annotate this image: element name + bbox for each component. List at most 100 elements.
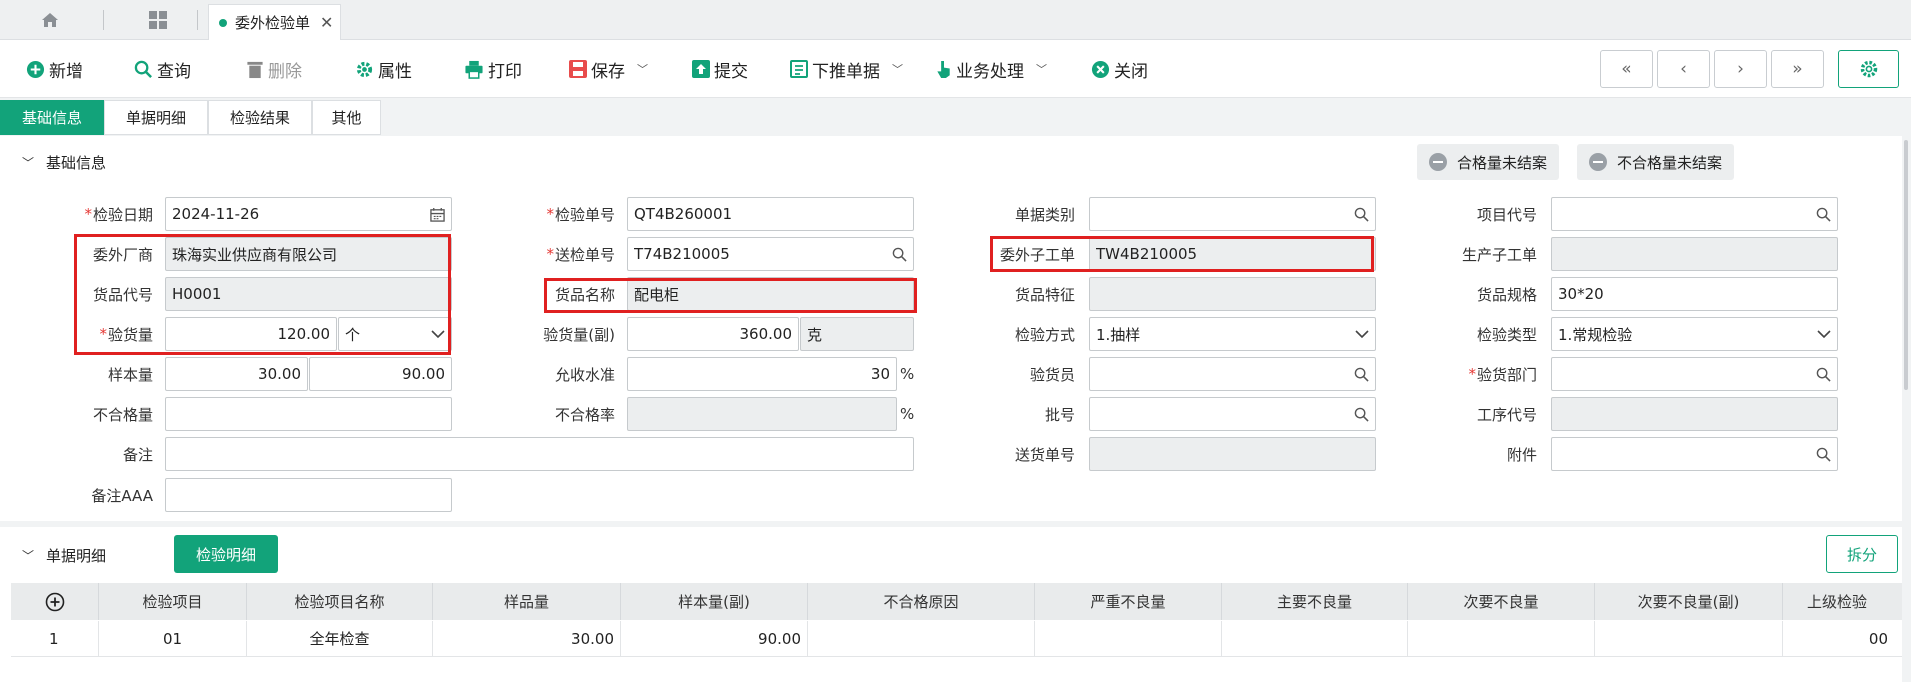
chevron-down-icon: ﹀	[637, 63, 648, 76]
cell-item-name[interactable]: 全年检查	[247, 621, 433, 657]
close-button[interactable]: 关闭	[1091, 40, 1148, 98]
cell-major[interactable]	[1222, 621, 1408, 657]
cell-minor-sub[interactable]	[1595, 621, 1783, 657]
query-button[interactable]: 查询	[134, 40, 191, 98]
inspection-date-label: * 检验日期	[84, 205, 153, 224]
inspect-qty-sub-unit: 克	[800, 317, 914, 351]
cell-sample-sub[interactable]: 90.00	[621, 621, 808, 657]
inspector-field[interactable]	[1089, 357, 1376, 391]
tab-inspection-detail[interactable]: 检验明细	[174, 535, 278, 573]
tab-outsourced-inspection[interactable]: 委外检验单 ✕	[208, 4, 341, 40]
tab-doc-detail[interactable]: 单据明细	[104, 100, 208, 135]
tab-inspection-result[interactable]: 检验结果	[208, 100, 312, 135]
business-button[interactable]: 业务处理 ﹀	[936, 40, 1047, 98]
printer-icon	[465, 60, 483, 79]
search-icon[interactable]	[1354, 367, 1369, 382]
business-label: 业务处理	[956, 61, 1024, 82]
first-record-button[interactable]: «	[1600, 50, 1653, 88]
search-icon[interactable]	[1816, 447, 1831, 462]
minus-circle-icon	[1429, 153, 1447, 171]
inspection-no-field[interactable]: QT4B260001	[627, 197, 914, 231]
push-down-label: 下推单据	[812, 61, 880, 82]
inspect-dept-field[interactable]	[1551, 357, 1838, 391]
submit-button[interactable]: 提交	[692, 40, 748, 98]
detail-header[interactable]: ﹀ 单据明细	[22, 536, 106, 574]
column-header[interactable]: 严重不良量	[1035, 583, 1222, 620]
next-record-button[interactable]: ›	[1714, 50, 1767, 88]
remark-aaa-field[interactable]	[165, 478, 452, 512]
push-down-button[interactable]: 下推单据 ﹀	[790, 40, 903, 98]
inspect-type-select[interactable]: 1.常规检验	[1551, 317, 1838, 351]
query-label: 查询	[157, 61, 191, 82]
search-icon[interactable]	[892, 247, 907, 262]
send-no-field[interactable]: T74B210005	[627, 237, 914, 271]
cell-reason[interactable]	[808, 621, 1035, 657]
print-button[interactable]: 打印	[464, 40, 522, 98]
inspection-date-field[interactable]: 2024-11-26	[165, 197, 452, 231]
divider	[197, 10, 198, 30]
column-header[interactable]: 不合格原因	[808, 583, 1035, 620]
basic-info-header[interactable]: ﹀ 基础信息	[22, 144, 106, 180]
properties-button[interactable]: 属性	[355, 40, 412, 98]
add-button[interactable]: 新增	[26, 40, 83, 98]
cell-item[interactable]: 01	[99, 621, 247, 657]
tab-label: 单据明细	[125, 109, 186, 127]
unqualified-qty-field[interactable]	[165, 397, 452, 431]
column-header[interactable]: 检验项目	[99, 583, 247, 620]
acceptance-level-field[interactable]: 30	[627, 357, 897, 391]
search-icon[interactable]	[1354, 407, 1369, 422]
column-header[interactable]: 样品量	[433, 583, 621, 620]
attachment-field[interactable]	[1551, 437, 1838, 471]
unqualified-unsettled-button[interactable]: 不合格量未结案	[1577, 144, 1735, 180]
cell-parent[interactable]: 00	[1783, 621, 1902, 657]
cell-serious[interactable]	[1035, 621, 1222, 657]
column-header[interactable]: 主要不良量	[1222, 583, 1408, 620]
column-header[interactable]: 次要不良量	[1408, 583, 1595, 620]
column-header[interactable]: 次要不良量(副)	[1595, 583, 1783, 620]
column-header[interactable]: 样本量(副)	[621, 583, 808, 620]
tab-basic-info[interactable]: 基础信息	[0, 100, 104, 135]
sample-qty-sub-field[interactable]: 90.00	[309, 357, 452, 391]
split-button[interactable]: 拆分	[1826, 535, 1898, 573]
properties-label: 属性	[378, 61, 412, 82]
chevron-down-icon: ﹀	[22, 155, 35, 170]
minus-circle-icon	[1589, 153, 1607, 171]
search-icon[interactable]	[1354, 207, 1369, 222]
column-header[interactable]: 上级检验	[1783, 583, 1902, 620]
calendar-icon[interactable]	[430, 207, 445, 222]
add-row-button[interactable]	[11, 583, 99, 620]
project-code-field[interactable]	[1551, 197, 1838, 231]
gear-icon	[1860, 60, 1877, 78]
search-icon[interactable]	[1816, 207, 1831, 222]
column-header[interactable]: 检验项目名称	[247, 583, 433, 620]
chevron-down-icon: ﹀	[892, 63, 903, 76]
cell-minor[interactable]	[1408, 621, 1595, 657]
search-icon[interactable]	[1816, 367, 1831, 382]
prev-record-button[interactable]: ‹	[1657, 50, 1710, 88]
vertical-scrollbar[interactable]	[1904, 140, 1908, 390]
highlight-box-sub-work-order	[990, 236, 1374, 272]
project-code-label: 项目代号	[1476, 205, 1537, 224]
last-record-button[interactable]: »	[1771, 50, 1824, 88]
delivery-no-label: 送货单号	[1014, 445, 1075, 464]
apps-grid-icon[interactable]	[138, 8, 178, 32]
cell-sample[interactable]: 30.00	[433, 621, 621, 657]
close-icon[interactable]: ✕	[320, 13, 333, 32]
delete-button[interactable]: 删除	[246, 40, 302, 98]
save-button[interactable]: 保存 ﹀	[569, 40, 648, 98]
sample-qty-field[interactable]: 30.00	[165, 357, 308, 391]
batch-no-field[interactable]	[1089, 397, 1376, 431]
percent-sign: %	[900, 405, 915, 423]
button-label: 合格量未结案	[1457, 153, 1548, 172]
doc-category-field[interactable]	[1089, 197, 1376, 231]
tab-other[interactable]: 其他	[312, 100, 381, 135]
inspect-qty-sub-field[interactable]: 360.00	[627, 317, 799, 351]
delivery-no-field	[1089, 437, 1376, 471]
close-label: 关闭	[1114, 61, 1148, 82]
inspect-method-select[interactable]: 1.抽样	[1089, 317, 1376, 351]
remark-field[interactable]	[165, 437, 914, 471]
settings-button[interactable]	[1838, 50, 1899, 88]
qualified-unsettled-button[interactable]: 合格量未结案	[1417, 144, 1560, 180]
home-icon[interactable]	[30, 8, 70, 32]
item-spec-field[interactable]: 30*20	[1551, 277, 1838, 311]
